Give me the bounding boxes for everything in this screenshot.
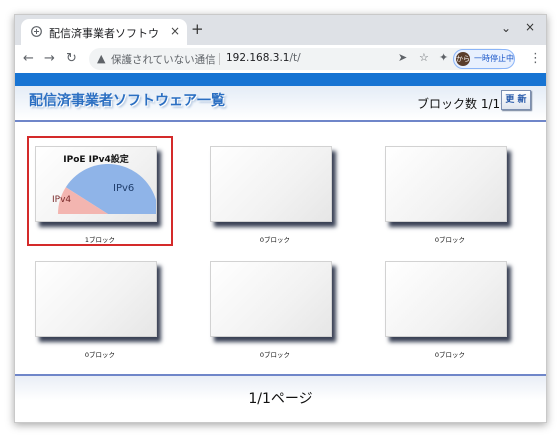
profile-button[interactable]: から 一時停止中 [453,49,515,69]
tile-card[interactable]: IPoE IPv4設定 IPv6 IPv4 [35,146,157,222]
forward-arrow-icon[interactable]: → [44,51,55,66]
tile-title: IPoE IPv4設定 [63,155,129,165]
tile-label: 0ブロック [259,236,291,244]
divider [15,120,546,122]
software-tile[interactable]: 0ブロック [204,253,346,359]
separator [219,53,220,65]
tile-card[interactable] [210,261,332,337]
browser-tab[interactable]: 配信済事業者ソフトウェ × [21,19,187,45]
tile-label: 0ブロック [84,351,116,359]
tile-label: 1ブロック [84,236,116,244]
tab-title: 配信済事業者ソフトウェ [49,27,159,40]
menu-icon[interactable]: ⋮ [529,51,542,66]
block-count: ブロック数 1/10 [417,97,508,111]
avatar: から [456,52,470,66]
url-host: 192.168.3.1 [226,52,290,64]
warning-icon[interactable]: ▲ [97,52,105,65]
tile-label: 0ブロック [434,351,466,359]
page-header: 配信済事業者ソフトウェア一覧 ブロック数 1/10 更 新 [15,86,546,120]
new-tab-button[interactable]: + [191,20,204,38]
tile-card[interactable] [385,146,507,222]
tile-card[interactable] [35,261,157,337]
software-tile[interactable]: 0ブロック [379,253,521,359]
software-tile[interactable]: 0ブロック [29,253,171,359]
reload-icon[interactable]: ↻ [66,51,77,66]
page-footer: 1/1ページ [15,376,546,422]
tab-strip: 配信済事業者ソフトウェ × + ⌄ × [15,15,546,45]
toolbar: ← → ↻ ▲ 保護されていない通信 192.168.3.1/t/ ➤ ☆ ✦ … [15,45,546,73]
software-tile[interactable]: 0ブロック [204,138,346,244]
tab-close-icon[interactable]: × [170,24,180,38]
top-bar [15,73,546,86]
globe-icon [31,26,42,37]
browser-window: 配信済事業者ソフトウェ × + ⌄ × ← → ↻ ▲ 保護されていない通信 1… [14,14,547,423]
tile-card[interactable] [210,146,332,222]
tile-label: 0ブロック [259,351,291,359]
ipv6-label: IPv6 [113,183,135,194]
chevron-down-icon[interactable]: ⌄ [501,21,511,35]
window-close-icon[interactable]: × [525,20,535,34]
url-path: /t/ [289,52,301,64]
software-tile-ipoe[interactable]: IPoE IPv4設定 IPv6 IPv4 1ブロック [27,136,173,246]
refresh-button[interactable]: 更 新 [501,90,531,110]
page-title: 配信済事業者ソフトウェア一覧 [29,93,225,109]
url-text[interactable]: 192.168.3.1/t/ [226,52,301,64]
software-tile[interactable]: 0ブロック [379,138,521,244]
ipv4-label: IPv4 [52,195,72,205]
star-icon[interactable]: ☆ [419,51,429,64]
tile-card[interactable] [385,261,507,337]
back-arrow-icon[interactable]: ← [23,51,34,66]
pager: 1/1ページ [248,391,313,407]
send-icon[interactable]: ➤ [398,51,407,64]
page-content: 配信済事業者ソフトウェア一覧 ブロック数 1/10 更 新 IPoE IPv4設… [15,73,546,422]
extensions-icon[interactable]: ✦ [439,51,448,64]
profile-status: 一時停止中 [474,54,514,63]
security-label[interactable]: 保護されていない通信 [111,52,216,67]
tile-label: 0ブロック [434,236,466,244]
